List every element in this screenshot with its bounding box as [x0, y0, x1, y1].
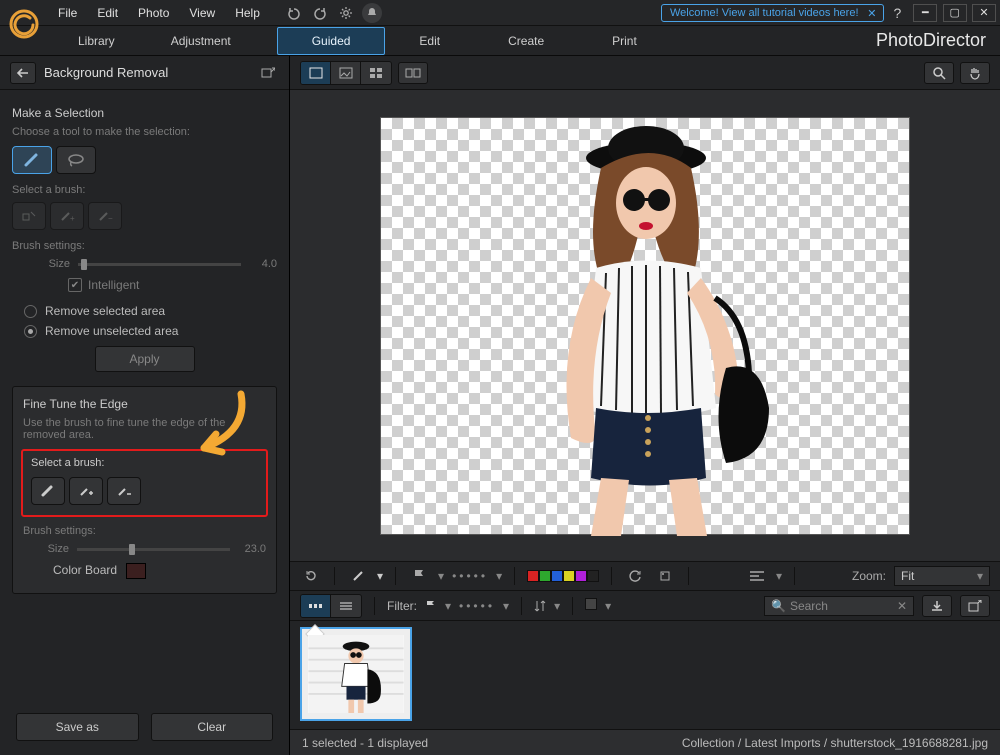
brush-icon[interactable]	[347, 566, 369, 586]
apply-button[interactable]: Apply	[95, 346, 195, 372]
ft-size-slider[interactable]	[77, 548, 230, 551]
status-selection: 1 selected - 1 displayed	[302, 736, 428, 750]
filter-flag-icon[interactable]	[425, 600, 437, 612]
search-placeholder: Search	[790, 599, 828, 613]
color-board-swatch[interactable]	[126, 563, 146, 579]
sort-icon[interactable]	[534, 599, 546, 613]
crop-icon[interactable]	[654, 566, 676, 586]
mode-adjustment[interactable]: Adjustment	[143, 26, 259, 56]
status-path: Collection / Latest Imports / shuttersto…	[682, 736, 988, 750]
view-image-icon[interactable]	[331, 62, 361, 84]
mode-print[interactable]: Print	[578, 26, 671, 56]
settings-gear-icon[interactable]	[336, 3, 356, 23]
intelligent-label: Intelligent	[88, 278, 139, 292]
flag-icon[interactable]	[408, 566, 430, 586]
rotate-icon[interactable]	[624, 566, 646, 586]
menu-file[interactable]: File	[48, 0, 87, 26]
brush-subtract-icon: −	[88, 202, 122, 230]
popout-icon[interactable]	[257, 63, 279, 83]
strip-view-small-icon[interactable]	[301, 595, 331, 617]
mode-guided[interactable]: Guided	[277, 27, 386, 55]
app-logo-icon	[6, 6, 42, 42]
strip-view-list-icon[interactable]	[331, 595, 361, 617]
ft-select-brush-label: Select a brush:	[31, 457, 258, 469]
lasso-tool[interactable]	[56, 146, 96, 174]
mode-edit[interactable]: Edit	[385, 26, 474, 56]
brush-auto-icon	[12, 202, 46, 230]
menu-view[interactable]: View	[179, 0, 225, 26]
transparency-checkerboard	[380, 117, 910, 535]
search-input[interactable]: 🔍 Search ✕	[764, 596, 914, 616]
menu-edit[interactable]: Edit	[87, 0, 128, 26]
redo-icon[interactable]	[310, 3, 330, 23]
choose-tool-label: Choose a tool to make the selection:	[12, 126, 277, 138]
highlight-annotation: Select a brush:	[21, 449, 268, 517]
ft-brush-add[interactable]	[69, 477, 103, 505]
app-brand: PhotoDirector	[876, 30, 986, 51]
notifications-bell-icon[interactable]	[362, 3, 382, 23]
zoom-label: Zoom:	[852, 569, 886, 583]
menu-help[interactable]: Help	[225, 0, 270, 26]
clear-button[interactable]: Clear	[151, 713, 274, 741]
compare-view-icon[interactable]	[398, 62, 428, 84]
smart-brush-tool[interactable]	[12, 146, 52, 174]
menu-photo[interactable]: Photo	[128, 0, 179, 26]
save-as-button[interactable]: Save as	[16, 713, 139, 741]
ft-brush-erase[interactable]	[31, 477, 65, 505]
mode-create[interactable]: Create	[474, 26, 578, 56]
welcome-text: Welcome! View all tutorial videos here!	[670, 7, 859, 19]
export-icon[interactable]	[960, 595, 990, 617]
view-single-icon[interactable]	[301, 62, 331, 84]
fine-tune-heading: Fine Tune the Edge	[23, 397, 266, 411]
filmstrip-thumbnail[interactable]	[300, 627, 412, 721]
filter-label: Filter:	[387, 599, 417, 613]
color-board-label: Color Board	[53, 563, 117, 577]
close-button[interactable]: ✕	[972, 4, 996, 22]
canvas[interactable]	[290, 90, 1000, 561]
size-slider[interactable]	[78, 263, 241, 266]
remove-unselected-radio[interactable]: Remove unselected area	[24, 324, 277, 338]
remove-selected-radio[interactable]: Remove selected area	[24, 304, 277, 318]
clear-search-icon[interactable]: ✕	[897, 599, 907, 613]
undo-icon[interactable]	[284, 3, 304, 23]
minimize-button[interactable]: ━	[913, 4, 937, 22]
make-selection-heading: Make a Selection	[12, 106, 277, 120]
maximize-button[interactable]: ▢	[943, 4, 967, 22]
intelligent-checkbox[interactable]: ✔Intelligent	[68, 278, 277, 292]
mode-library[interactable]: Library	[50, 26, 143, 56]
back-button[interactable]	[10, 62, 36, 84]
welcome-banner[interactable]: Welcome! View all tutorial videos here! …	[661, 4, 884, 22]
ft-size-label: Size	[43, 543, 69, 555]
remove-selected-label: Remove selected area	[45, 304, 165, 318]
foreground-subject	[501, 118, 791, 536]
brush-add-icon: +	[50, 202, 84, 230]
history-icon[interactable]	[300, 566, 322, 586]
import-icon[interactable]	[922, 595, 952, 617]
view-layout-group	[300, 61, 392, 85]
label-picker-icon[interactable]	[585, 598, 597, 613]
pan-hand-icon[interactable]	[960, 62, 990, 84]
brush-settings-label: Brush settings:	[12, 240, 277, 252]
zoom-tool-icon[interactable]	[924, 62, 954, 84]
svg-text:+: +	[70, 214, 75, 223]
align-icon[interactable]	[746, 566, 768, 586]
ft-brush-settings-label: Brush settings:	[23, 525, 266, 537]
search-icon: 🔍	[771, 599, 786, 613]
svg-text:−: −	[108, 214, 113, 223]
label-colors[interactable]	[527, 570, 599, 582]
ft-size-value: 23.0	[238, 543, 266, 555]
size-value: 4.0	[249, 258, 277, 270]
remove-unselected-label: Remove unselected area	[45, 324, 178, 338]
zoom-select[interactable]: Fit	[894, 566, 990, 586]
ft-brush-subtract[interactable]	[107, 477, 141, 505]
select-brush-label: Select a brush:	[12, 184, 277, 196]
panel-title: Background Removal	[44, 65, 249, 80]
view-grid-icon[interactable]	[361, 62, 391, 84]
fine-tune-sub: Use the brush to fine tune the edge of t…	[23, 417, 266, 441]
help-icon[interactable]: ?	[888, 5, 908, 21]
size-label: Size	[44, 258, 70, 270]
close-icon[interactable]: ✕	[867, 7, 876, 20]
